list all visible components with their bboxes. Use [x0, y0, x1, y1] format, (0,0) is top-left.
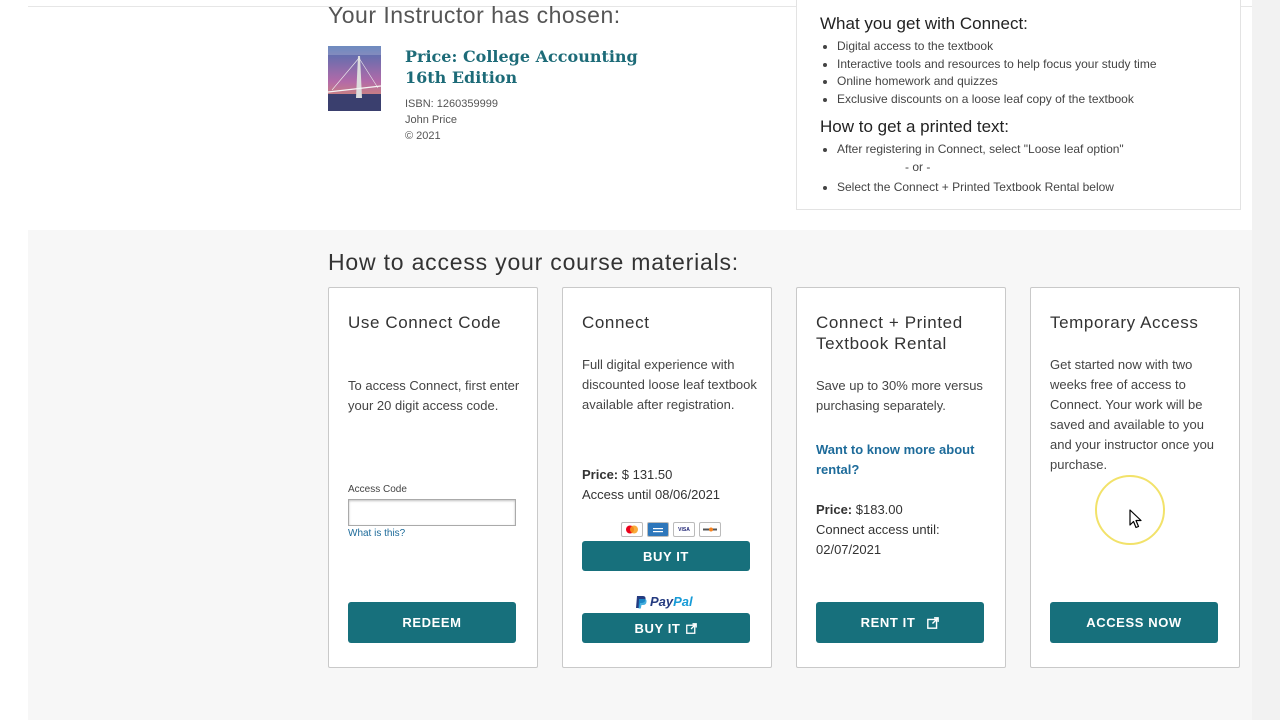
visa-icon: VISA	[673, 522, 695, 537]
card-title: Connect	[582, 313, 650, 332]
price-label: Price:	[582, 467, 619, 482]
paypal-text-pal: Pal	[673, 594, 693, 609]
connect-benefits-heading: What you get with Connect:	[820, 14, 1028, 33]
external-link-icon	[686, 622, 698, 634]
book-author: John Price	[405, 114, 457, 126]
buy-it-button[interactable]: BUY IT	[582, 541, 750, 571]
access-code-input[interactable]	[348, 499, 516, 526]
what-is-this-link[interactable]: What is this?	[348, 528, 405, 539]
printed-steps-list: After registering in Connect, select "Lo…	[837, 141, 1124, 159]
card-title: Use Connect Code	[348, 313, 502, 332]
book-cover-image	[328, 46, 381, 111]
price-line: Price: $ 131.50	[582, 465, 672, 485]
buy-it-button-label: BUY IT	[643, 548, 689, 564]
price-value: $ 131.50	[618, 467, 673, 482]
paypal-icon	[636, 595, 647, 608]
connect-benefits-list: Digital access to the textbook Interacti…	[837, 38, 1157, 108]
redeem-button[interactable]: REDEEM	[348, 602, 516, 643]
card-connect: Connect Full digital experience with dis…	[562, 287, 772, 668]
amex-icon	[647, 522, 669, 537]
card-title: Temporary Access	[1050, 313, 1199, 332]
printed-text-heading: How to get a printed text:	[820, 117, 1009, 136]
instructor-heading: Your Instructor has chosen:	[328, 2, 621, 28]
price-value: $183.00	[852, 502, 903, 517]
external-link-icon	[927, 616, 940, 629]
card-description: Full digital experience with discounted …	[582, 357, 757, 412]
paypal-buy-it-label: BUY IT	[634, 620, 681, 636]
card-connect-rental: Connect + Printed Textbook Rental Save u…	[796, 287, 1006, 668]
paypal-text-pay: Pay	[650, 594, 674, 609]
access-until: Connect access until: 02/07/2021	[816, 522, 940, 557]
card-description: Get started now with two weeks free of a…	[1050, 357, 1215, 472]
mastercard-icon	[621, 522, 643, 537]
book-title: Price: College Accounting 16th Edition	[405, 47, 638, 87]
list-item: Digital access to the textbook	[837, 38, 1157, 56]
book-meta: ISBN: 1260359999 John Price © 2021	[405, 96, 498, 144]
access-until: Access until 08/06/2021	[582, 487, 721, 502]
list-item: After registering in Connect, select "Lo…	[837, 141, 1124, 159]
paypal-logo: PayPal	[635, 594, 693, 609]
card-description: To access Connect, first enter your 20 d…	[348, 378, 520, 413]
list-item: Online homework and quizzes	[837, 73, 1157, 91]
access-code-label: Access Code	[348, 484, 407, 495]
page-gutter	[1252, 0, 1280, 720]
list-item: Interactive tools and resources to help …	[837, 56, 1157, 74]
discover-icon	[699, 522, 721, 537]
rent-it-button-label: RENT IT	[860, 615, 916, 630]
rent-it-button[interactable]: RENT IT	[816, 602, 984, 643]
printed-steps-list-2: Select the Connect + Printed Textbook Re…	[837, 179, 1114, 197]
book-copyright: © 2021	[405, 130, 441, 142]
connect-info-box: What you get with Connect: Digital acces…	[796, 0, 1241, 210]
list-item: Exclusive discounts on a loose leaf copy…	[837, 91, 1157, 109]
redeem-button-label: REDEEM	[402, 615, 462, 630]
access-heading: How to access your course materials:	[328, 249, 739, 275]
access-now-button-label: ACCESS NOW	[1086, 615, 1182, 630]
rental-info-link[interactable]: Want to know more about rental?	[816, 440, 991, 480]
book-isbn: ISBN: 1260359999	[405, 98, 498, 110]
mouse-pointer-icon	[1129, 509, 1142, 529]
card-title: Connect + Printed Textbook Rental	[816, 313, 963, 353]
list-item: Select the Connect + Printed Textbook Re…	[837, 179, 1114, 197]
or-separator: - or -	[905, 160, 931, 174]
price-label: Price:	[816, 502, 853, 517]
card-connect-code: Use Connect Code To access Connect, firs…	[328, 287, 538, 668]
paypal-buy-it-button[interactable]: BUY IT	[582, 613, 750, 643]
card-description: Save up to 30% more versus purchasing se…	[816, 378, 983, 413]
price-line: Price: $183.00	[816, 500, 903, 520]
access-now-button[interactable]: ACCESS NOW	[1050, 602, 1218, 643]
payment-icons: VISA	[621, 522, 721, 537]
